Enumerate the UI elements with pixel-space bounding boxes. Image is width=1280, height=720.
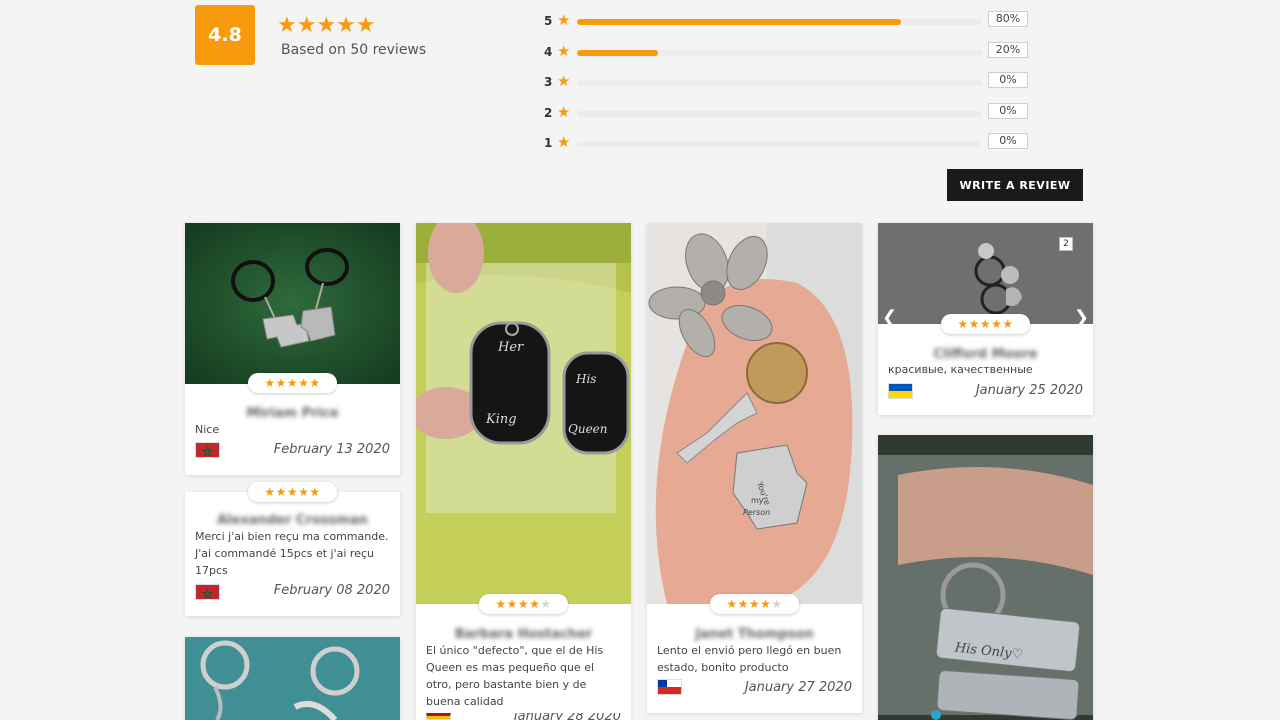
- chevron-left-icon[interactable]: ❮: [882, 307, 897, 324]
- rating-percent: 0%: [988, 102, 1028, 119]
- star-icon: ★: [557, 72, 571, 90]
- review-card[interactable]: [185, 637, 400, 720]
- rating-row-label: 3: [544, 75, 553, 89]
- average-score-badge: 4.8: [195, 5, 255, 65]
- rating-stars-icon: ★★★★★: [479, 594, 568, 614]
- morocco-flag-icon: [195, 442, 220, 458]
- rating-stars-icon: ★★★★★: [710, 594, 799, 614]
- review-date: February 13 2020: [273, 442, 390, 457]
- review-text: Merci j'ai bien reçu ma commande. J'ai c…: [195, 530, 389, 577]
- svg-text:Queen: Queen: [568, 422, 608, 436]
- reviewer-name: Janet Thompson: [695, 627, 814, 642]
- review-date: January 25 2020: [975, 383, 1083, 398]
- rating-row-4[interactable]: 4 ★ 20%: [544, 41, 1034, 72]
- reviewer-name: Miriam Price: [246, 406, 339, 421]
- review-date: January 28 2020: [514, 713, 621, 720]
- rating-bar-track: [577, 141, 982, 147]
- reviewer-name: Clifford Moore: [933, 347, 1038, 362]
- review-photo[interactable]: [185, 223, 400, 384]
- review-photo[interactable]: 2 ❮ ❯: [878, 223, 1093, 324]
- average-stars-icon: ★★★★★: [277, 13, 376, 38]
- svg-text:His: His: [575, 372, 596, 386]
- rating-row-3[interactable]: 3 ★ 0%: [544, 71, 1034, 102]
- rating-stars-icon: ★★★★★: [248, 482, 337, 502]
- review-photo[interactable]: His Only♡: [878, 435, 1093, 720]
- review-text: Lento el envió pero llegó en buen estado…: [657, 644, 842, 674]
- rating-row-label: 4: [544, 44, 553, 59]
- reviewer-name: Alexander Crossman: [217, 513, 368, 528]
- star-icon: ★: [557, 133, 571, 151]
- rating-bar-fill: [577, 19, 901, 25]
- rating-bar-track: [577, 110, 982, 117]
- write-review-button[interactable]: WRITE A REVIEW: [947, 169, 1083, 201]
- rating-stars-icon: ★★★★★: [248, 373, 337, 393]
- ukraine-flag-icon: [888, 383, 913, 399]
- review-card[interactable]: ★★★★★ Alexander Crossman Merci j'ai bien…: [185, 482, 400, 616]
- rating-summary: 4.8 ★★★★★ Based on 50 reviews 5 ★ 80% 4 …: [195, 5, 1085, 205]
- review-card[interactable]: You're my Person ★★★★★ Janet Thompson Le…: [647, 223, 862, 713]
- rating-percent: 80%: [988, 11, 1028, 27]
- review-date: January 27 2020: [744, 680, 852, 695]
- svg-text:Her: Her: [497, 340, 524, 355]
- review-text: красивые, качественные: [888, 363, 1033, 376]
- star-icon: ★: [557, 11, 571, 29]
- chevron-right-icon[interactable]: ❯: [1074, 307, 1089, 324]
- morocco-flag-icon: [195, 584, 220, 600]
- review-text: El único "defecto", que el de His Queen …: [426, 644, 604, 708]
- spain-flag-icon: [426, 713, 451, 720]
- rating-bar-track: [577, 80, 982, 86]
- svg-text:my: my: [751, 496, 764, 505]
- rating-percent: 0%: [988, 133, 1028, 149]
- review-photo[interactable]: You're my Person: [647, 223, 862, 604]
- rating-row-label: 5: [544, 14, 553, 28]
- review-card[interactable]: Her King His Queen ★★★★★ Barbara Hostach…: [416, 223, 631, 720]
- svg-text:King: King: [485, 412, 517, 427]
- rating-bar-track: [577, 19, 982, 25]
- star-icon: ★: [557, 41, 571, 60]
- review-card[interactable]: 2 ❮ ❯ ★★★★★ Clifford Moore красивые, кач…: [878, 223, 1093, 415]
- rating-row-5[interactable]: 5 ★ 80%: [544, 10, 1034, 41]
- based-on-text: Based on 50 reviews: [281, 42, 427, 58]
- rating-percent: 0%: [988, 72, 1028, 88]
- rating-percent: 20%: [988, 41, 1028, 58]
- rating-stars-icon: ★★★★★: [941, 314, 1030, 334]
- rating-row-2[interactable]: 2 ★ 0%: [544, 102, 1034, 133]
- star-icon: ★: [557, 102, 571, 121]
- review-card[interactable]: His Only♡: [878, 435, 1093, 720]
- review-text: Nice: [195, 423, 220, 436]
- chile-flag-icon: [657, 679, 682, 695]
- review-card[interactable]: ★★★★★ Miriam Price Nice February 13 2020: [185, 223, 400, 475]
- rating-row-label: 2: [544, 105, 553, 120]
- review-photo[interactable]: Her King His Queen: [416, 223, 631, 604]
- review-photo[interactable]: [185, 637, 400, 720]
- rating-bar-track: [577, 49, 982, 56]
- rating-row-1[interactable]: 1 ★ 0%: [544, 132, 1034, 163]
- photo-count-badge: 2: [1059, 237, 1073, 251]
- svg-text:Person: Person: [743, 508, 770, 517]
- rating-distribution: 5 ★ 80% 4 ★ 20% 3 ★ 0% 2 ★ 0% 1 ★ 0%: [544, 10, 1034, 163]
- review-date: February 08 2020: [273, 583, 390, 598]
- rating-bar-fill: [577, 49, 658, 56]
- reviewer-name: Barbara Hostacher: [454, 627, 593, 642]
- rating-row-label: 1: [544, 136, 553, 150]
